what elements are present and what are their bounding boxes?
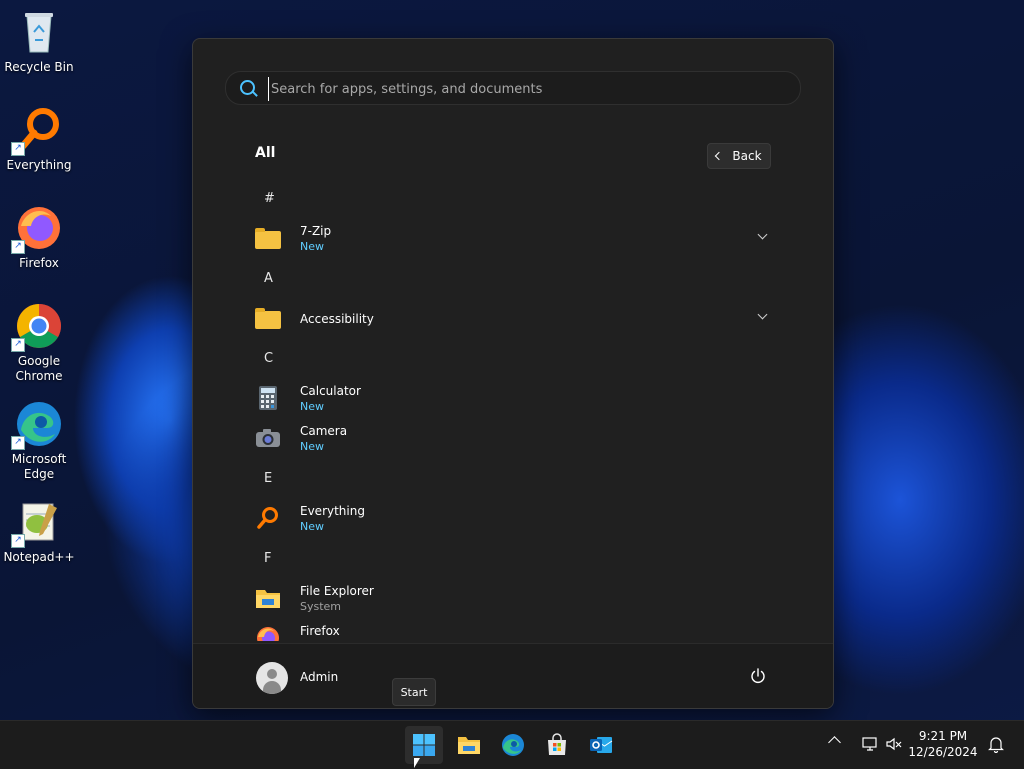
- desktop-icon-label: Microsoft: [11, 452, 67, 466]
- start-menu: All Back # 7-Zip New A Accessibility C C…: [192, 38, 834, 709]
- calculator-icon: [255, 385, 281, 411]
- app-item-everything[interactable]: Everything New: [255, 499, 775, 539]
- user-name[interactable]: Admin: [300, 670, 338, 684]
- app-badge-new: New: [300, 240, 324, 253]
- taskbar-file-explorer[interactable]: [450, 726, 488, 764]
- app-name: Accessibility: [300, 312, 374, 326]
- app-item-7zip[interactable]: 7-Zip New: [255, 219, 775, 259]
- start-button[interactable]: [405, 726, 443, 764]
- app-name: File Explorer: [300, 584, 374, 598]
- taskbar-outlook[interactable]: [582, 726, 620, 764]
- chevron-left-icon: [715, 151, 724, 161]
- camera-icon: [255, 425, 281, 451]
- shortcut-arrow-icon: ↗: [11, 338, 25, 352]
- file-explorer-icon: [255, 585, 281, 611]
- clock-time: 9:21 PM: [918, 729, 968, 743]
- app-item-accessibility[interactable]: Accessibility: [255, 299, 775, 339]
- edge-icon: [502, 734, 524, 756]
- store-icon: [548, 733, 566, 755]
- search-input[interactable]: [268, 77, 793, 101]
- firefox-icon: [255, 625, 281, 641]
- network-icon[interactable]: [862, 736, 878, 756]
- desktop-icon-google-chrome[interactable]: ↗ Google Chrome: [2, 302, 76, 384]
- shortcut-arrow-icon: ↗: [11, 436, 25, 450]
- app-badge-new: New: [300, 520, 324, 533]
- chevron-down-icon[interactable]: [757, 229, 768, 240]
- app-badge-new: New: [300, 400, 324, 413]
- letter-header-f[interactable]: F: [264, 551, 271, 566]
- desktop-icon-microsoft-edge[interactable]: ↗ Microsoft Edge: [2, 400, 76, 482]
- app-list[interactable]: # 7-Zip New A Accessibility C Calculator…: [193, 179, 833, 641]
- letter-header-e[interactable]: E: [264, 471, 272, 486]
- app-item-camera[interactable]: Camera New: [255, 419, 775, 459]
- all-apps-heading: All: [255, 145, 276, 161]
- shortcut-arrow-icon: ↗: [11, 240, 25, 254]
- chrome-icon: ↗: [11, 302, 63, 352]
- clock-date: 12/26/2024: [908, 745, 978, 759]
- app-name: Everything: [300, 504, 365, 518]
- desktop-icon-everything[interactable]: ↗ Everything: [2, 106, 76, 173]
- desktop-icon-label: Firefox: [19, 256, 59, 270]
- desktop-icon-notepad-plus-plus[interactable]: ↗ Notepad++: [2, 498, 76, 565]
- search-box[interactable]: [225, 71, 801, 105]
- shortcut-arrow-icon: ↗: [11, 142, 25, 156]
- power-button[interactable]: [749, 667, 767, 685]
- desktop-icon-recycle-bin[interactable]: Recycle Bin: [2, 8, 76, 75]
- folder-icon: [255, 228, 281, 249]
- shortcut-arrow-icon: ↗: [11, 534, 25, 548]
- start-menu-footer: Admin: [193, 643, 833, 708]
- desktop-icon-label: Recycle Bin: [4, 60, 74, 74]
- desktop-icon-label: Chrome: [15, 369, 63, 383]
- app-name: Calculator: [300, 384, 361, 398]
- back-button-label: Back: [732, 149, 762, 163]
- windows-start-icon: [413, 734, 435, 756]
- taskbar: 9:21 PM 12/26/2024: [0, 720, 1024, 769]
- show-hidden-icons-button[interactable]: [828, 736, 841, 749]
- mouse-cursor-icon: [414, 758, 420, 768]
- notepad-plus-plus-icon: ↗: [11, 498, 63, 548]
- app-item-firefox[interactable]: Firefox: [255, 619, 775, 641]
- notification-bell-icon[interactable]: [988, 736, 1004, 757]
- desktop-icon-firefox[interactable]: ↗ Firefox: [2, 204, 76, 271]
- start-tooltip: Start: [392, 678, 436, 706]
- power-icon: [751, 668, 765, 683]
- app-badge-new: New: [300, 440, 324, 453]
- app-badge-system: System: [300, 600, 342, 613]
- volume-muted-icon[interactable]: [886, 736, 902, 756]
- desktop-icon-label: Notepad++: [3, 550, 75, 564]
- desktop-icon-label: Everything: [6, 158, 72, 172]
- folder-icon: [255, 308, 281, 329]
- app-name: 7-Zip: [300, 224, 332, 238]
- chevron-down-icon[interactable]: [757, 309, 768, 320]
- file-explorer-icon: [458, 737, 480, 754]
- app-item-calculator[interactable]: Calculator New: [255, 379, 775, 419]
- app-name: Camera: [300, 424, 348, 438]
- desktop-icon-label: Edge: [23, 467, 55, 481]
- avatar[interactable]: [256, 662, 288, 694]
- taskbar-clock[interactable]: 9:21 PM 12/26/2024: [908, 728, 978, 760]
- outlook-icon: [590, 737, 613, 753]
- everything-icon: ↗: [11, 106, 63, 156]
- letter-header-hash[interactable]: #: [264, 191, 275, 206]
- recycle-bin-icon: [15, 8, 63, 56]
- desktop-icon-label: Google: [17, 354, 61, 368]
- search-icon: [240, 80, 255, 95]
- everything-icon: [255, 505, 281, 531]
- firefox-icon: ↗: [11, 204, 63, 254]
- taskbar-store[interactable]: [538, 726, 576, 764]
- letter-header-a[interactable]: A: [264, 271, 273, 286]
- app-item-file-explorer[interactable]: File Explorer System: [255, 579, 775, 619]
- letter-header-c[interactable]: C: [264, 351, 273, 366]
- back-button[interactable]: Back: [707, 143, 771, 169]
- edge-icon: ↗: [11, 400, 63, 450]
- app-name: Firefox: [300, 624, 340, 638]
- taskbar-edge[interactable]: [494, 726, 532, 764]
